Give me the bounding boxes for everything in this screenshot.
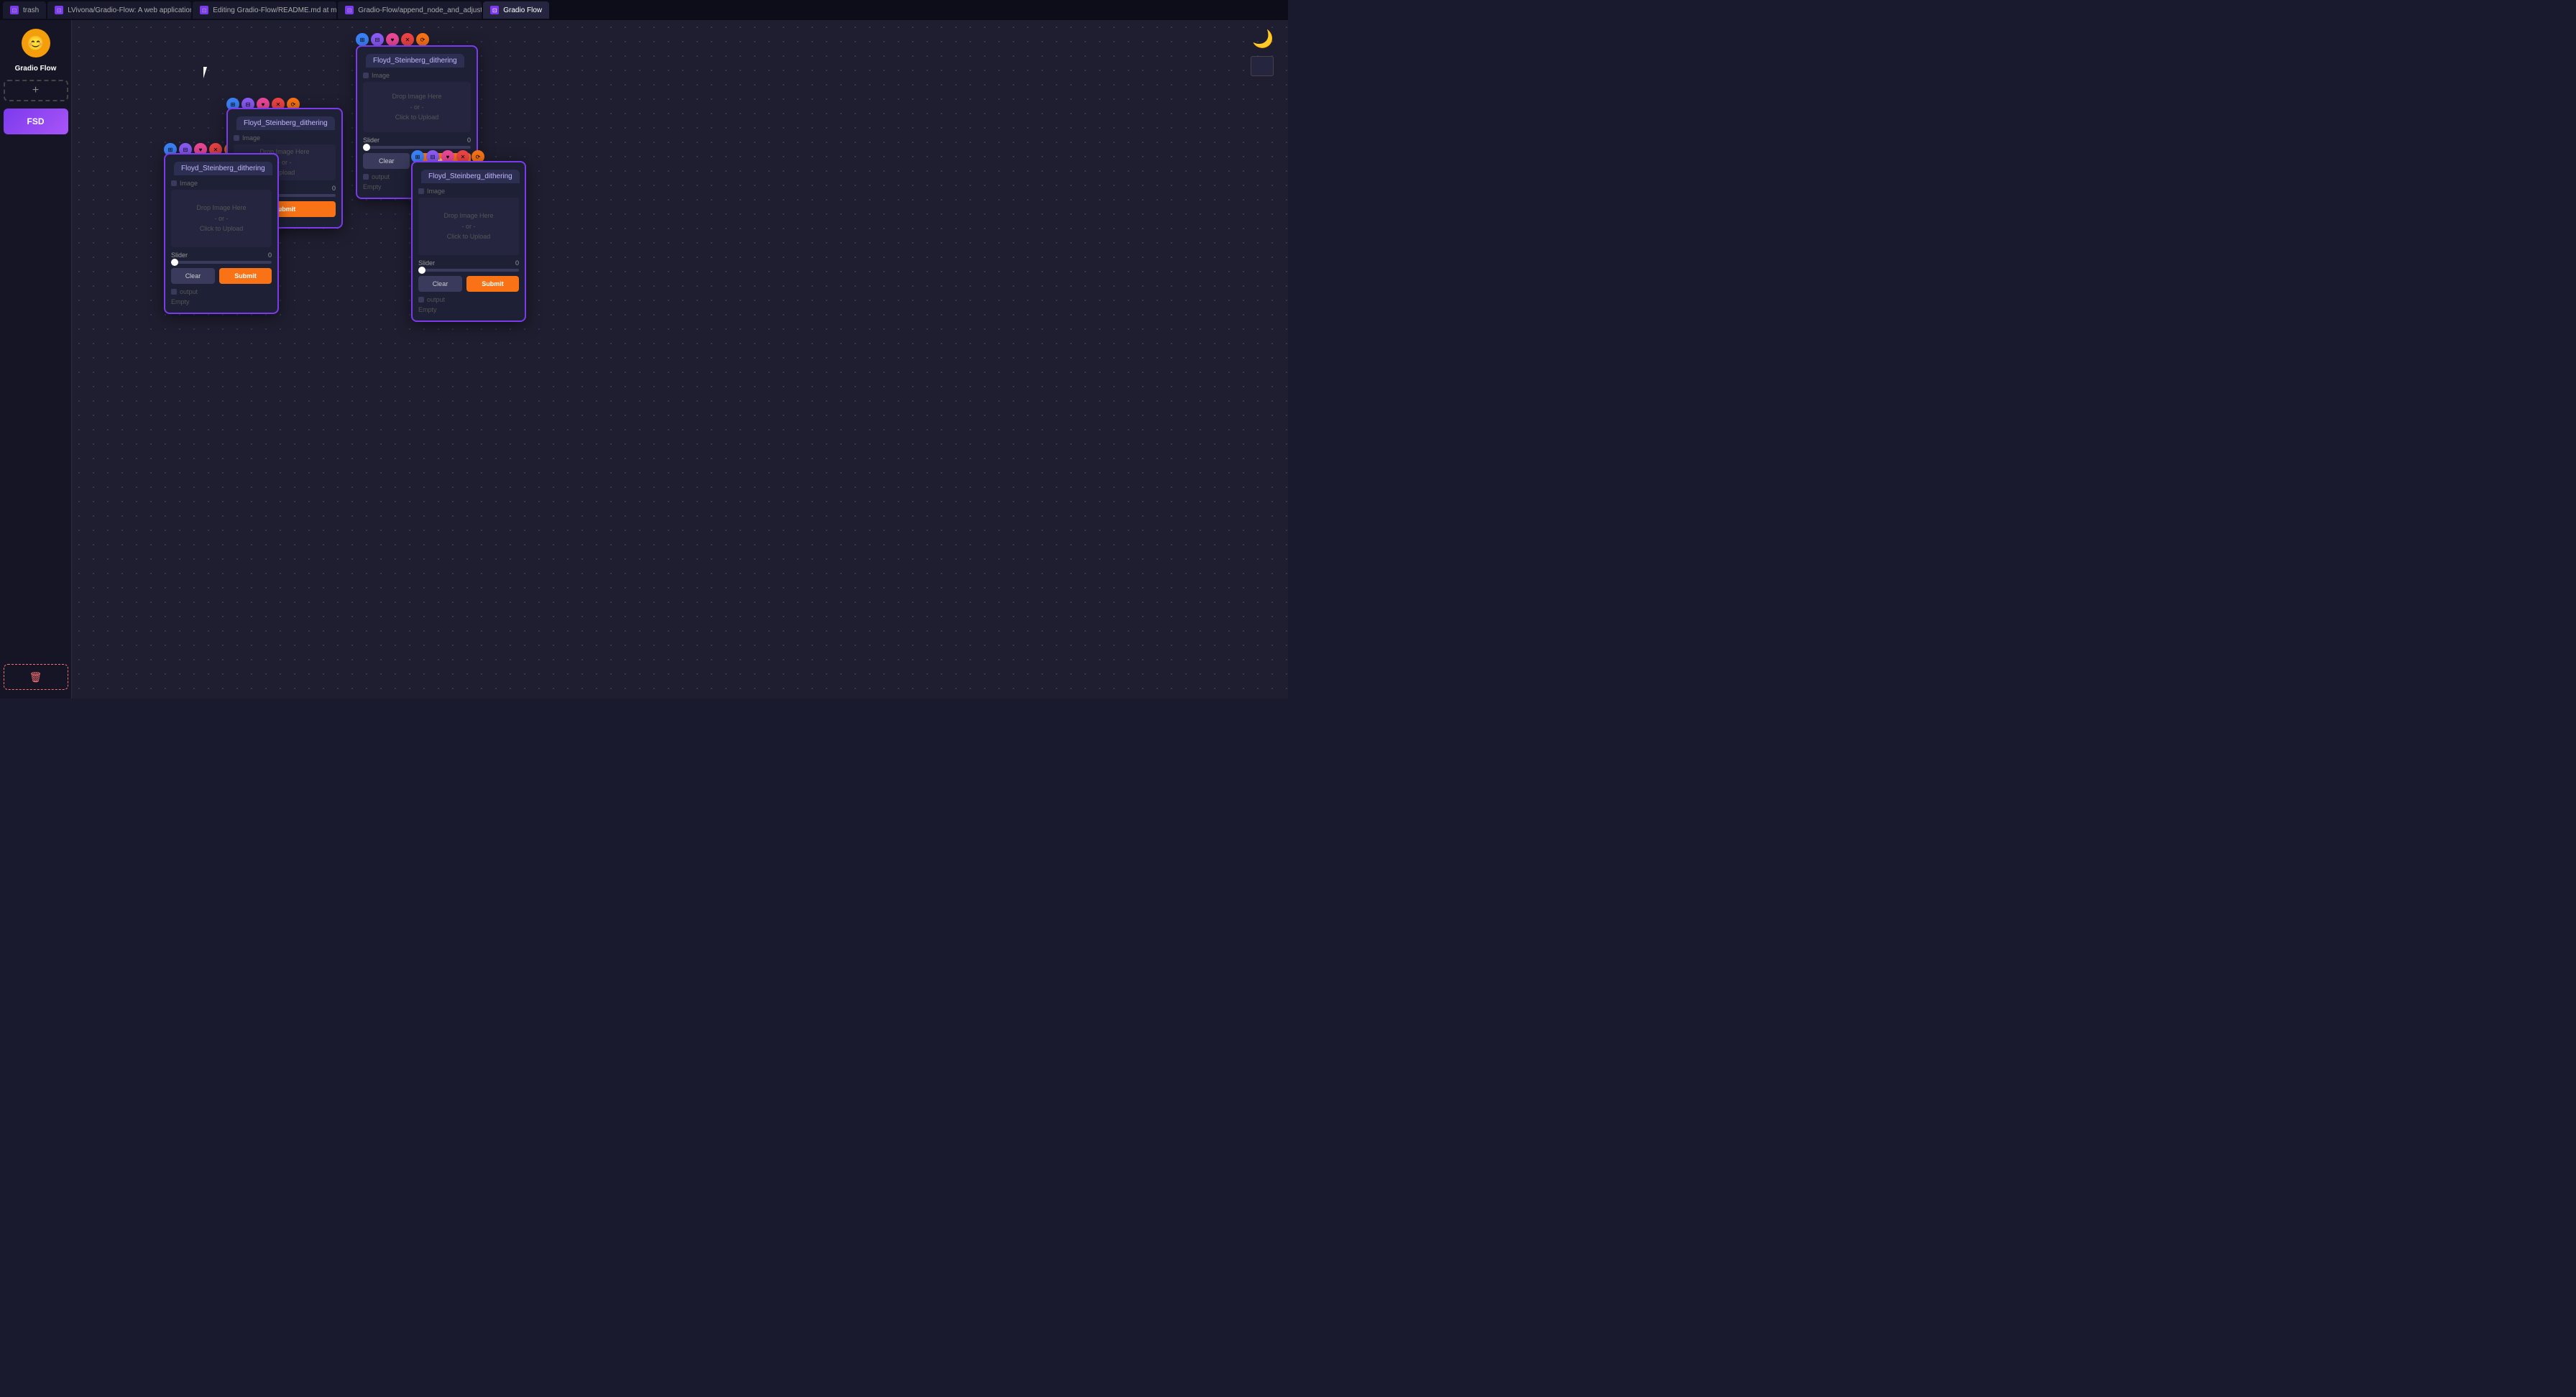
slider-thumb-1[interactable] xyxy=(363,144,370,151)
tool-grid-btn-1[interactable]: ⊞ xyxy=(356,33,369,46)
node-toolbar-1: ⊞ ⊟ ♥ ✕ ⟳ xyxy=(356,33,429,46)
image-section-label-1: Image xyxy=(363,72,471,79)
image-drop-zone-1[interactable]: Drop Image Here - or - Click to Upload xyxy=(363,82,471,132)
app-title: Gradio Flow xyxy=(15,65,57,73)
slider-row-3: Slider 0 xyxy=(171,252,272,259)
node-tab-1: Floyd_Steinberg_dithering xyxy=(366,54,464,68)
node-body-3: Image Drop Image Here - or - Click to Up… xyxy=(165,175,277,313)
node-card-bottom-left: Floyd_Steinberg_dithering Image Drop Ima… xyxy=(164,153,279,314)
canvas[interactable]: 🌙 ← ⊞ ⊟ ♥ ✕ ⟳ Floyd_Steinberg_dithering … xyxy=(72,20,1288,698)
cursor xyxy=(203,67,212,80)
clear-button-3[interactable]: Clear xyxy=(171,268,215,284)
node-tab-4: Floyd_Steinberg_dithering xyxy=(421,170,520,183)
tab-icon-editing: ⊡ xyxy=(200,6,208,14)
tool-copy-btn-1[interactable]: ♥ xyxy=(386,33,399,46)
slider-track-1[interactable] xyxy=(363,146,471,149)
browser-tabs: ⊡ trash ⊡ LVivona/Gradio-Flow: A web app… xyxy=(0,0,1288,20)
output-label-3: output xyxy=(171,288,272,295)
submit-button-3[interactable]: Submit xyxy=(219,268,272,284)
output-empty-4: Empty xyxy=(418,305,519,315)
tool-layout-btn-1[interactable]: ⊟ xyxy=(371,33,384,46)
sidebar: 😊 Gradio Flow + FSD 🗑 xyxy=(0,20,72,698)
slider-row-4: Slider 0 xyxy=(418,259,519,267)
clear-button-4[interactable]: Clear xyxy=(418,276,462,292)
minimap[interactable] xyxy=(1251,56,1274,76)
output-label-4: output xyxy=(418,296,519,303)
output-section-3: output Empty xyxy=(171,288,272,307)
image-drop-zone-3[interactable]: Drop Image Here - or - Click to Upload xyxy=(171,190,272,247)
tab-icon-app: ⊡ xyxy=(490,6,499,14)
tab-editing[interactable]: ⊡ Editing Gradio-Flow/README.md at main … xyxy=(193,1,336,19)
fsd-button[interactable]: FSD xyxy=(4,109,68,134)
slider-thumb-3[interactable] xyxy=(171,259,178,266)
node-tab-3: Floyd_Steinberg_dithering xyxy=(174,162,272,175)
moon-icon: 🌙 xyxy=(1252,29,1274,50)
node-body-4: Image Drop Image Here - or - Click to Up… xyxy=(413,183,525,321)
slider-track-3[interactable] xyxy=(171,261,272,264)
node-tab-2: Floyd_Steinberg_dithering xyxy=(236,116,335,130)
add-button[interactable]: + xyxy=(4,80,68,101)
slider-track-4[interactable] xyxy=(418,269,519,272)
submit-button-4[interactable]: Submit xyxy=(466,276,519,292)
tab-icon-gif: ⊡ xyxy=(345,6,354,14)
slider-row-1: Slider 0 xyxy=(363,137,471,144)
output-section-4: output Empty xyxy=(418,296,519,315)
image-drop-zone-4[interactable]: Drop Image Here - or - Click to Upload xyxy=(418,198,519,255)
app-logo: 😊 xyxy=(22,29,50,57)
tab-gradio-web[interactable]: ⊡ LVivona/Gradio-Flow: A web application… xyxy=(47,1,191,19)
tab-gif[interactable]: ⊡ Gradio-Flow/append_node_and_adjust_hei… xyxy=(338,1,482,19)
tool-settings-btn-1[interactable]: ⟳ xyxy=(416,33,429,46)
image-section-label-4: Image xyxy=(418,188,519,195)
node-card-bottom-right: Floyd_Steinberg_dithering Image Drop Ima… xyxy=(411,161,526,322)
tab-app[interactable]: ⊡ Gradio Flow xyxy=(483,1,549,19)
tool-delete-btn-1[interactable]: ✕ xyxy=(401,33,414,46)
output-empty-3: Empty xyxy=(171,297,272,307)
image-section-label-2: Image xyxy=(234,134,336,142)
btn-row-3: Clear Submit xyxy=(171,268,272,284)
slider-thumb-4[interactable] xyxy=(418,267,426,274)
tab-icon-gradio-web: ⊡ xyxy=(55,6,63,14)
main-container: 😊 Gradio Flow + FSD 🗑 🌙 ← ⊞ ⊟ ♥ ✕ ⟳ Floy… xyxy=(0,20,1288,698)
image-section-label-3: Image xyxy=(171,180,272,187)
tab-icon-trash: ⊡ xyxy=(10,6,19,14)
tab-trash[interactable]: ⊡ trash xyxy=(3,1,46,19)
clear-button-1[interactable]: Clear xyxy=(363,153,410,169)
trash-zone[interactable]: 🗑 xyxy=(4,664,68,690)
btn-row-4: Clear Submit xyxy=(418,276,519,292)
